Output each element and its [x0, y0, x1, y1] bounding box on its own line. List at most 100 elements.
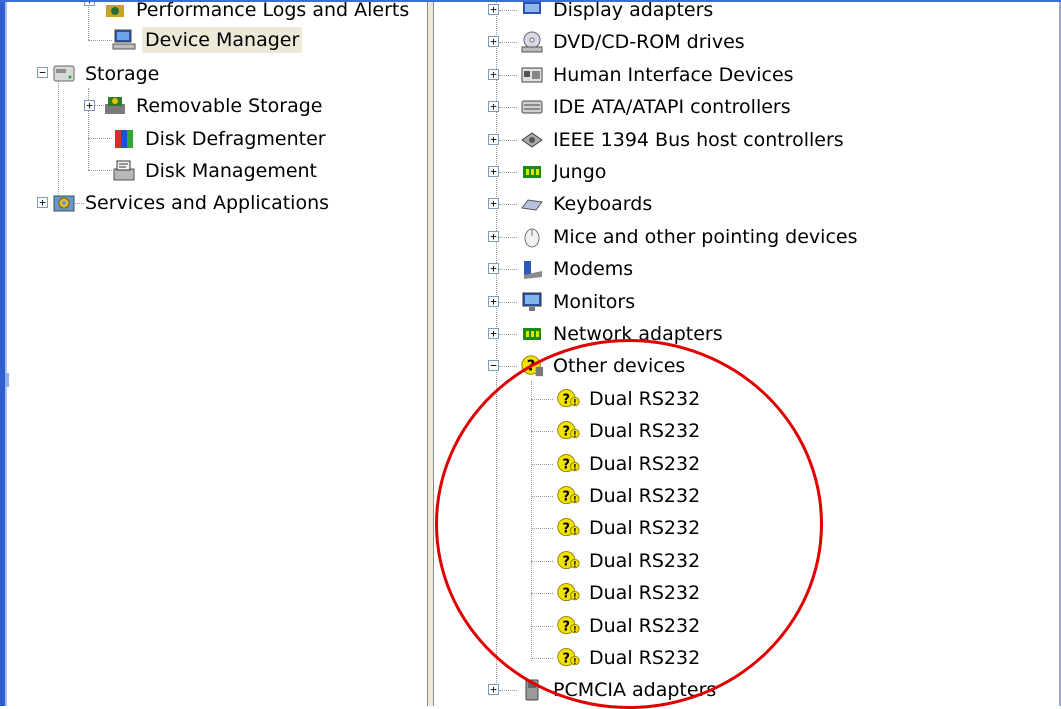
device-item-dual-rs232[interactable]: ?! Dual RS232: [556, 417, 703, 445]
device-item-dual-rs232[interactable]: ?! Dual RS232: [556, 482, 703, 510]
expand-button[interactable]: +: [488, 133, 499, 145]
tree-item-label: Other devices: [553, 355, 686, 378]
svg-text:!: !: [573, 657, 577, 666]
tree-item-device-manager[interactable]: Device Manager: [112, 26, 303, 54]
svg-text:!: !: [573, 495, 577, 504]
device-category[interactable]: Jungo: [520, 158, 609, 186]
device-category[interactable]: PCMCIA adapters: [520, 676, 719, 704]
jungo-icon: [520, 160, 544, 184]
tree-line: [499, 269, 517, 271]
storage-icon: [52, 62, 76, 86]
device-item-dual-rs232[interactable]: ?! Dual RS232: [556, 385, 703, 413]
expand-button[interactable]: +: [84, 100, 95, 111]
expand-button[interactable]: +: [488, 101, 499, 113]
expand-button[interactable]: +: [488, 328, 499, 339]
tree-item-disk-defragmenter[interactable]: Disk Defragmenter: [112, 125, 329, 153]
expand-button[interactable]: +: [488, 230, 499, 242]
tree-item-label: Monitors: [553, 290, 636, 313]
expand-button[interactable]: +: [488, 68, 499, 80]
expand-button[interactable]: +: [488, 4, 499, 15]
tree-item-label: Device Manager: [142, 27, 303, 53]
warning-device-icon: ?!: [556, 614, 580, 638]
collapse-button[interactable]: −: [488, 360, 499, 372]
device-category[interactable]: Monitors: [520, 288, 638, 316]
tree-line: [531, 658, 553, 659]
tree-item-label: Dual RS232: [589, 582, 701, 605]
tree-item-storage[interactable]: Storage: [52, 60, 162, 88]
disk-defragmenter-icon: [112, 127, 136, 151]
warning-device-icon: ?!: [556, 484, 580, 508]
svg-text:!: !: [573, 592, 577, 601]
tree-line: [531, 593, 553, 595]
expand-button[interactable]: +: [37, 197, 48, 208]
tree-item-label: Jungo: [553, 161, 607, 183]
device-category[interactable]: Display adapters: [520, 0, 716, 24]
expand-button[interactable]: +: [488, 684, 499, 696]
tree-line: [531, 463, 553, 465]
tree-item-label: Removable Storage: [136, 95, 323, 117]
device-category[interactable]: IDE ATA/ATAPI controllers: [520, 93, 794, 121]
svg-text:!: !: [573, 625, 577, 634]
device-category[interactable]: Human Interface Devices: [520, 61, 797, 89]
tree-item-performance-logs[interactable]: Performance Logs and Alerts: [103, 0, 412, 24]
device-item-dual-rs232[interactable]: ?! Dual RS232: [556, 644, 703, 672]
svg-text:?: ?: [563, 522, 570, 537]
collapse-button[interactable]: −: [37, 67, 48, 78]
svg-text:!: !: [573, 560, 577, 569]
svg-text:?: ?: [563, 651, 570, 666]
tree-line: [531, 528, 553, 530]
modem-icon: [520, 257, 544, 281]
tree-item-label: Dual RS232: [589, 549, 701, 572]
tree-item-label: IEEE 1394 Bus host controllers: [553, 128, 844, 151]
tree-line: [88, 170, 112, 171]
tree-item-label: Dual RS232: [589, 452, 701, 475]
device-category[interactable]: ? Other devices: [520, 352, 688, 380]
svg-text:?: ?: [563, 619, 570, 634]
svg-text:!: !: [573, 463, 577, 472]
device-category[interactable]: DVD/CD-ROM drives: [520, 28, 748, 56]
tree-item-label: Mice and other pointing devices: [553, 225, 858, 248]
device-item-dual-rs232[interactable]: ?! Dual RS232: [556, 579, 703, 607]
tree-item-label: Dual RS232: [589, 420, 701, 443]
console-tree-pane[interactable]: + − + + Performance Logs and Alerts Devi…: [24, 0, 427, 706]
tree-item-label: Dual RS232: [589, 614, 701, 637]
svg-text:?: ?: [563, 554, 570, 569]
expand-button[interactable]: +: [488, 198, 499, 210]
device-category[interactable]: Network adapters: [520, 320, 726, 348]
expand-button[interactable]: +: [488, 166, 499, 177]
ide-controller-icon: [520, 95, 544, 119]
device-category[interactable]: Modems: [520, 255, 636, 283]
tree-item-label: Storage: [85, 63, 160, 85]
expand-button[interactable]: +: [488, 263, 499, 275]
tree-line: [531, 431, 553, 433]
warning-device-icon: ?!: [556, 516, 580, 540]
tree-line: [499, 334, 517, 335]
tree-line: [499, 107, 517, 109]
resize-grip[interactable]: [5, 373, 9, 387]
tree-line: [499, 10, 517, 11]
device-item-dual-rs232[interactable]: ?! Dual RS232: [556, 450, 703, 478]
tree-line: [531, 625, 553, 627]
tree-line: [499, 204, 517, 206]
tree-line: [499, 236, 517, 238]
tree-item-label: Display adapters: [553, 0, 714, 21]
tree-item-label: Dual RS232: [589, 647, 701, 669]
device-item-dual-rs232[interactable]: ?! Dual RS232: [556, 612, 703, 640]
expand-button[interactable]: +: [488, 36, 499, 48]
device-category[interactable]: Keyboards: [520, 190, 655, 218]
window-left-inner-border: [5, 0, 7, 706]
tree-item-removable-storage[interactable]: Removable Storage: [103, 92, 325, 120]
expand-button[interactable]: +: [488, 295, 499, 307]
removable-storage-icon: [103, 94, 127, 118]
device-category[interactable]: Mice and other pointing devices: [520, 223, 860, 251]
device-category[interactable]: IEEE 1394 Bus host controllers: [520, 126, 847, 154]
tree-item-label: IDE ATA/ATAPI controllers: [553, 96, 791, 119]
device-item-dual-rs232[interactable]: ?! Dual RS232: [556, 547, 703, 575]
warning-device-icon: ?!: [556, 581, 580, 605]
keyboard-icon: [520, 192, 544, 216]
tree-item-disk-management[interactable]: Disk Management: [112, 157, 320, 185]
device-item-dual-rs232[interactable]: ?! Dual RS232: [556, 514, 703, 542]
device-manager-icon: [112, 28, 136, 52]
tree-item-label: Human Interface Devices: [553, 63, 794, 86]
tree-item-services-and-applications[interactable]: Services and Applications: [52, 189, 332, 217]
